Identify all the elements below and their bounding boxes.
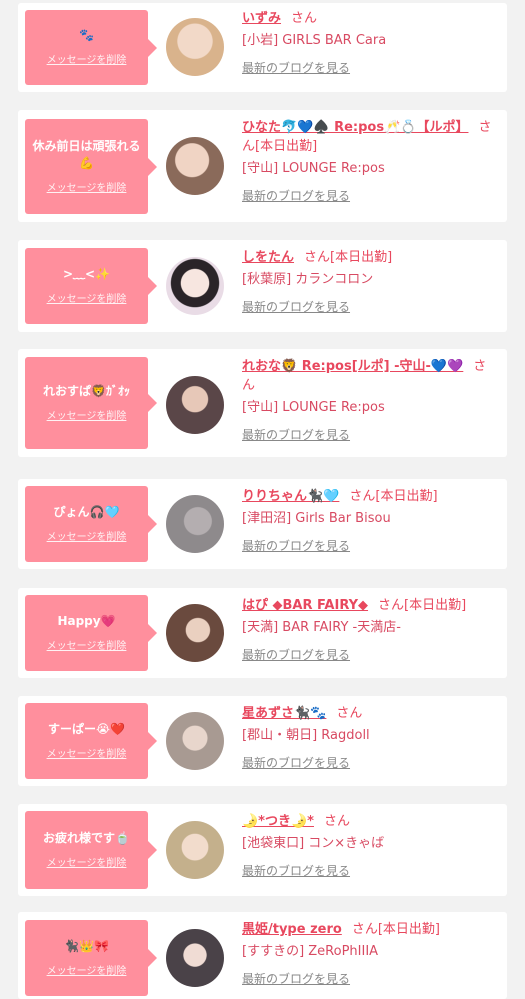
avatar[interactable] [166,137,224,195]
delete-message-link[interactable]: メッセージを削除 [47,54,127,68]
message-text: お疲れ様です🍵 [43,830,130,845]
shop-name: [郡山・朝日] Ragdoll [242,728,370,743]
list-item: れおすぱ🦁ｶﾞｵｯ メッセージを削除 れおな🦁 Re:pos[ルポ] -守山-💙… [18,349,507,457]
avatar[interactable] [166,929,224,987]
delete-message-link[interactable]: メッセージを削除 [47,640,127,654]
shop-name: [津田沼] Girls Bar Bisou [242,511,391,526]
avatar[interactable] [166,712,224,770]
girl-name-link[interactable]: しをたん [242,250,294,265]
girl-name-link[interactable]: れおな🦁 Re:pos[ルポ] -守山-💙💜 [242,359,463,374]
list-item: 休み前日は頑張れる💪 メッセージを削除 ひなた🐬💙♠️ Re:pos🥂💍【ルポ】… [18,110,507,222]
latest-blog-link[interactable]: 最新のブログを見る [242,60,350,76]
girl-name-link[interactable]: りりちゃん🐈‍⬛🩵 [242,489,339,504]
delete-message-link[interactable]: メッセージを削除 [47,965,127,979]
avatar[interactable] [166,376,224,434]
girl-name-link[interactable]: 🌛*つき🌛* [242,814,314,829]
latest-blog-link[interactable]: 最新のブログを見る [242,538,350,554]
name-suffix: さん[本日出勤] [351,922,440,937]
girl-name-link[interactable]: いずみ [242,11,281,26]
message-text: 🐾 [79,28,94,42]
message-bubble: すーぱー😭❤️ メッセージを削除 [25,703,157,779]
delete-message-link[interactable]: メッセージを削除 [47,857,127,871]
girl-name-link[interactable]: ひなた🐬💙♠️ Re:pos🥂💍【ルポ】 [242,120,468,135]
message-text: 休み前日は頑張れる💪 [32,138,141,170]
name-suffix: さん [291,11,318,26]
girl-name-link[interactable]: 星あずさ🐈‍⬛🐾 [242,706,326,721]
message-bubble: 🐾 メッセージを削除 [25,10,157,85]
shop-name: [池袋東口] コン×きゃば [242,836,385,851]
latest-blog-link[interactable]: 最新のブログを見る [242,299,350,315]
delete-message-link[interactable]: メッセージを削除 [47,748,127,762]
latest-blog-link[interactable]: 最新のブログを見る [242,863,350,879]
list-item: >﹏<✨ メッセージを削除 しをたん さん[本日出勤] [秋葉原] カランコロン … [18,240,507,332]
message-text: 🐈‍⬛👑🎀 [64,938,109,953]
message-bubble: ぴょん🎧🩵 メッセージを削除 [25,486,157,562]
shop-name: [守山] LOUNGE Re:pos [242,161,385,176]
message-text: >﹏<✨ [62,266,111,281]
latest-blog-link[interactable]: 最新のブログを見る [242,427,350,443]
list-item: Happy💗 メッセージを削除 はぴ ◆BAR FAIRY◆ さん[本日出勤] [… [18,588,507,678]
message-text: すーぱー😭❤️ [48,721,125,736]
delete-message-link[interactable]: メッセージを削除 [47,293,127,307]
list-item: お疲れ様です🍵 メッセージを削除 🌛*つき🌛* さん [池袋東口] コン×きゃば … [18,804,507,896]
avatar[interactable] [166,604,224,662]
delete-message-link[interactable]: メッセージを削除 [47,531,127,545]
shop-name: [天満] BAR FAIRY -天満店- [242,620,401,635]
shop-name: [すすきの] ZeRoPhIIIA [242,944,379,959]
shop-name: [小岩] GIRLS BAR Cara [242,33,387,48]
message-bubble: >﹏<✨ メッセージを削除 [25,248,157,324]
message-text: Happy💗 [57,613,116,628]
message-bubble: れおすぱ🦁ｶﾞｵｯ メッセージを削除 [25,357,157,449]
message-bubble: Happy💗 メッセージを削除 [25,595,157,671]
name-suffix: さん [336,706,363,721]
avatar[interactable] [166,18,224,76]
list-item: ぴょん🎧🩵 メッセージを削除 りりちゃん🐈‍⬛🩵 さん[本日出勤] [津田沼] G… [18,479,507,569]
latest-blog-link[interactable]: 最新のブログを見る [242,647,350,663]
shop-name: [秋葉原] カランコロン [242,272,374,287]
list-item: 🐈‍⬛👑🎀 メッセージを削除 黒姫/type zero さん[本日出勤] [すすき… [18,912,507,999]
avatar[interactable] [166,257,224,315]
girl-name-link[interactable]: 黒姫/type zero [242,922,342,937]
girl-name-link[interactable]: はぴ ◆BAR FAIRY◆ [242,598,368,613]
latest-blog-link[interactable]: 最新のブログを見る [242,755,350,771]
list-item: 🐾 メッセージを削除 いずみ さん [小岩] GIRLS BAR Cara 最新の… [18,3,507,92]
name-suffix: さん[本日出勤] [304,250,393,265]
message-bubble: 🐈‍⬛👑🎀 メッセージを削除 [25,920,157,996]
message-text: ぴょん🎧🩵 [53,504,120,519]
name-suffix: さん[本日出勤] [349,489,438,504]
delete-message-link[interactable]: メッセージを削除 [47,182,127,196]
name-suffix: さん [323,814,350,829]
message-list: 🐾 メッセージを削除 いずみ さん [小岩] GIRLS BAR Cara 最新の… [0,0,525,999]
message-bubble: お疲れ様です🍵 メッセージを削除 [25,811,157,889]
message-text: れおすぱ🦁ｶﾞｵｯ [43,383,130,398]
shop-name: [守山] LOUNGE Re:pos [242,400,385,415]
latest-blog-link[interactable]: 最新のブログを見る [242,971,350,987]
list-item: すーぱー😭❤️ メッセージを削除 星あずさ🐈‍⬛🐾 さん [郡山・朝日] Ragd… [18,696,507,786]
message-bubble: 休み前日は頑張れる💪 メッセージを削除 [25,119,157,214]
delete-message-link[interactable]: メッセージを削除 [47,410,127,424]
latest-blog-link[interactable]: 最新のブログを見る [242,188,350,204]
avatar[interactable] [166,821,224,879]
avatar[interactable] [166,495,224,553]
name-suffix: さん[本日出勤] [378,598,467,613]
